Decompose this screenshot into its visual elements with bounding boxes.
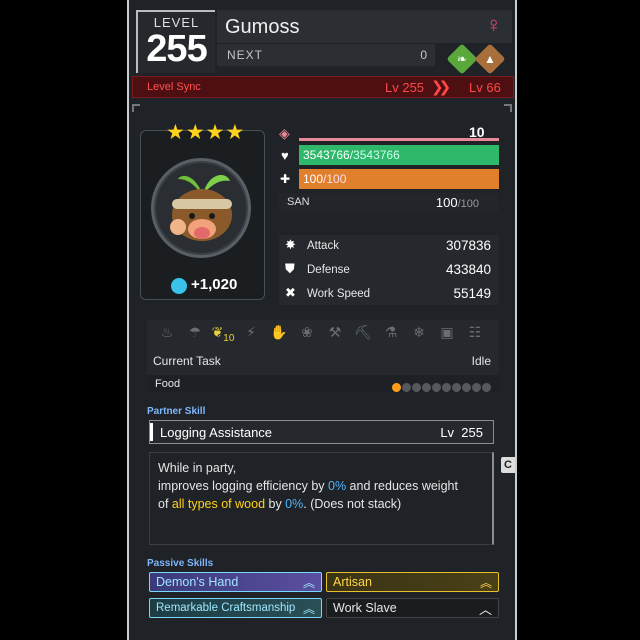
partner-skill-description: While in party, improves logging efficie…	[149, 452, 494, 545]
farming-icon: ☷	[468, 324, 482, 340]
hunger-max: /100	[323, 172, 347, 186]
desc-line-2a: improves logging efficiency by	[158, 479, 328, 493]
rank-up-3-icon: ︽	[302, 602, 315, 616]
work-speed-value: 55149	[453, 286, 491, 301]
rank-up-1-icon: ︿	[478, 602, 492, 617]
current-task-label: Current Task	[153, 354, 221, 368]
passive-skills-heading: Passive Skills	[147, 558, 214, 569]
rank-value: 10	[469, 124, 485, 140]
shield-icon: ⛊	[285, 261, 295, 276]
lumbering-icon: ⚒	[328, 324, 342, 340]
food-pip	[480, 381, 493, 394]
level-sync-bar: Level Sync Lv 255 ❯❯ Lv 66	[132, 76, 514, 98]
watering-icon: ☂	[188, 324, 202, 340]
level-sync-from: Lv 255	[385, 80, 425, 95]
kindling-icon: ♨	[160, 324, 174, 340]
friendship-value: +1,020	[191, 276, 238, 293]
desc-line-3c: by	[265, 497, 286, 511]
hunger-bar-track: 100/100	[299, 169, 499, 189]
work-suitability-row: ♨ ☂ ❦10 ⚡ ✋ ❀ ⚒ ⛏ ⚗ ❄ ▣ ☷	[153, 324, 489, 344]
hunger-current: 100	[303, 172, 324, 186]
hp-max: /3543766	[349, 148, 400, 162]
san-max: /100	[457, 198, 479, 210]
desc-value-2: 0%	[285, 497, 304, 511]
food-label: Food	[155, 378, 181, 390]
combat-stats: ✸ Attack 307836 ⛊ Defense 433840 ✖ Work …	[279, 235, 499, 305]
skill-accent	[150, 423, 153, 441]
partner-skill-level: 255	[461, 425, 483, 440]
defense-label: Defense	[307, 264, 350, 276]
defense-value: 433840	[445, 262, 491, 277]
rank-icon: ◈	[279, 125, 290, 141]
friendship-icon	[171, 278, 187, 294]
partner-skill-name: Logging Assistance	[160, 425, 273, 440]
food-row: Food	[147, 375, 499, 394]
rank-up-3-icon: ︽	[302, 576, 315, 590]
san-label: SAN	[287, 196, 310, 208]
current-task-value: Idle	[471, 354, 491, 368]
corner-mark	[504, 104, 512, 112]
medicine-icon: ⚗	[384, 324, 398, 340]
level-sync-label: Level Sync	[147, 81, 201, 93]
pal-avatar	[151, 158, 251, 258]
gumoss-portrait	[156, 163, 246, 253]
next-label: NEXT	[227, 48, 264, 62]
attack-value: 307836	[445, 238, 491, 253]
mining-icon: ⛏	[354, 324, 372, 340]
desc-line-3a: of	[158, 497, 172, 511]
pal-name: Gumoss	[225, 16, 300, 38]
passive-skill-1-name: Demon's Hand	[156, 575, 239, 589]
level-value: 255	[146, 28, 207, 70]
attack-icon: ✸	[285, 237, 296, 252]
corner-mark	[132, 104, 140, 112]
passive-skill-2[interactable]: Artisan ︽	[326, 572, 499, 592]
passive-skill-1[interactable]: Demon's Hand ︽	[149, 572, 322, 592]
ground-element-icon: ▲	[474, 43, 506, 75]
level-sync-to: Lv 66	[469, 80, 501, 95]
grass-element-icon: ❧	[446, 43, 478, 75]
next-exp-box: NEXT 0	[217, 44, 435, 66]
desc-value-1: 0%	[328, 479, 347, 493]
work-speed-label: Work Speed	[307, 288, 371, 300]
generating-electricity-icon: ⚡	[246, 324, 256, 340]
gathering-icon: ❀	[301, 324, 313, 340]
hp-bar-track: 3543766/3543766	[299, 145, 499, 165]
rarity-stars: ★★★★	[166, 121, 246, 144]
heart-icon: ♥	[281, 148, 289, 163]
passive-skill-4[interactable]: Work Slave ︿	[326, 598, 499, 618]
desc-line-3e: . (Does not stack)	[303, 497, 402, 511]
planting-icon: ❦10	[211, 324, 235, 344]
san-row: SAN 100/100	[279, 193, 499, 213]
partner-skill-level-prefix: Lv	[440, 425, 455, 440]
transporting-icon: ▣	[440, 324, 454, 340]
female-icon: ♀	[485, 12, 503, 37]
desc-line-2c: and reduces weight	[346, 479, 458, 493]
partner-skill-name-row: Logging Assistance Lv 255	[149, 420, 494, 444]
attack-label: Attack	[307, 240, 339, 252]
pal-name-box: Gumoss ♀	[217, 10, 512, 43]
food-meter	[390, 379, 493, 397]
partner-skill-heading: Partner Skill	[147, 406, 206, 417]
double-chevron-right-icon: ❯❯	[431, 79, 451, 96]
hp-current: 3543766	[303, 148, 350, 162]
cooling-icon: ❄	[413, 324, 425, 340]
san-current: 100	[435, 195, 458, 210]
passive-skill-3[interactable]: Remarkable Craftsmanship ︽	[149, 598, 322, 618]
desc-line-1: While in party,	[158, 461, 237, 475]
pal-detail-panel: LEVEL 255 Gumoss ♀ NEXT 0 ❧ ▲ Level Sync…	[127, 0, 517, 640]
passive-skill-4-name: Work Slave	[333, 601, 397, 615]
handiwork-icon: ✋	[270, 324, 288, 340]
hunger-icon: ✚	[280, 172, 291, 186]
passive-skill-2-name: Artisan	[333, 575, 372, 589]
desc-highlight: all types of wood	[171, 497, 266, 511]
planting-level: 10	[223, 332, 235, 344]
work-speed-icon: ✖	[285, 285, 296, 300]
passive-skill-3-name: Remarkable Craftsmanship	[156, 602, 296, 614]
rank-up-3-icon: ︽	[479, 576, 492, 590]
level-box: LEVEL 255	[136, 10, 215, 73]
side-tab-c[interactable]: C	[501, 457, 515, 473]
next-value: 0	[420, 48, 427, 62]
